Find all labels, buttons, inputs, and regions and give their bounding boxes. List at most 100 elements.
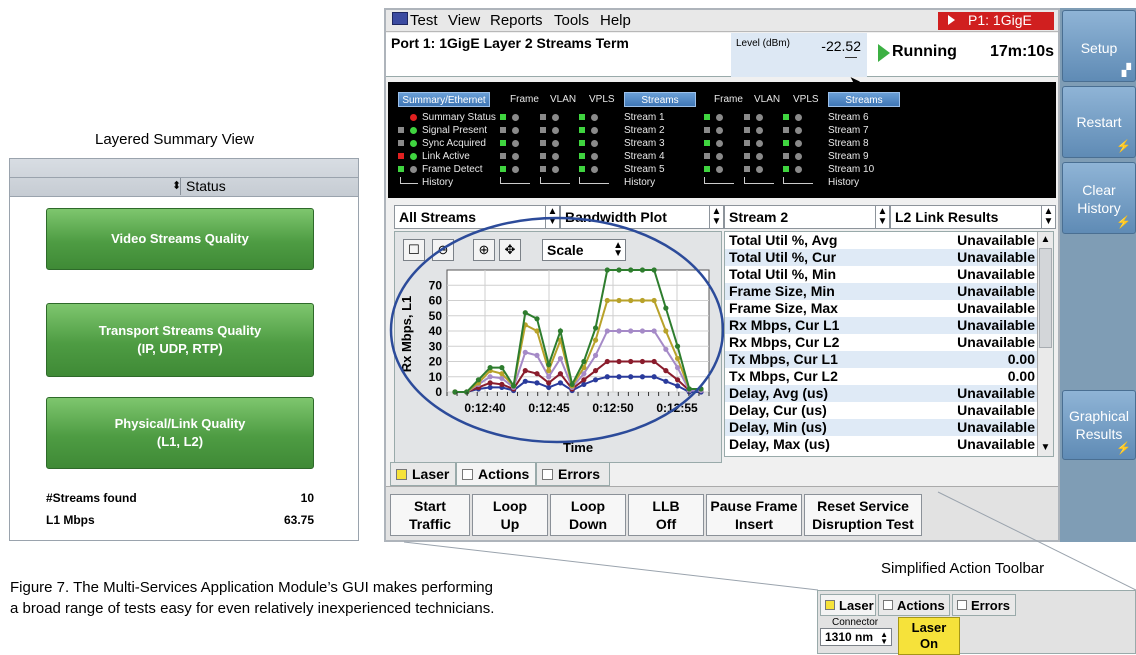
streams-button-1[interactable]: Streams — [624, 92, 696, 107]
status-column-label: Status — [186, 178, 226, 194]
stream-led — [756, 127, 763, 134]
select-value: Bandwidth Plot — [565, 209, 667, 225]
data-point — [534, 316, 540, 322]
tab-errors[interactable]: Errors — [536, 462, 610, 486]
port-indicator-label: P1: 1GigE — [968, 12, 1032, 28]
softkey-label: Clear — [1082, 182, 1116, 198]
video-streams-quality-button[interactable]: Video Streams Quality — [46, 208, 314, 270]
history-led — [783, 127, 789, 133]
loop-down-button[interactable]: Loop Down — [550, 494, 626, 536]
test-application-window: Test View Reports Tools Help P1: 1GigE P… — [384, 8, 1060, 542]
stat-value: 63.75 — [283, 513, 314, 527]
result-name: Rx Mbps, Cur L2 — [729, 334, 840, 350]
history-led — [783, 114, 789, 120]
results-scrollbar[interactable]: ▲ ▼ — [1037, 232, 1053, 456]
start-traffic-button[interactable]: Start Traffic — [390, 494, 470, 536]
scale-select[interactable]: Scale ▲ ▼ — [542, 239, 626, 261]
link-active-label: Link Active — [422, 151, 470, 162]
x-tick-label: 0:12:45 — [528, 401, 570, 415]
menu-view[interactable]: View — [448, 12, 480, 29]
stream-led — [591, 166, 598, 173]
data-point — [639, 328, 646, 334]
menu-help[interactable]: Help — [600, 12, 631, 29]
mini-tab-errors[interactable]: Errors — [952, 594, 1016, 616]
tab-label: Actions — [478, 466, 530, 482]
data-point — [487, 384, 493, 391]
stream-filter-select[interactable]: All Streams ▲ ▼ — [394, 205, 560, 229]
reset-service-disruption-test-button[interactable]: Reset Service Disruption Test — [804, 494, 922, 536]
mini-tab-laser[interactable]: Laser — [820, 594, 876, 616]
test-menu-icon — [392, 12, 408, 25]
result-value: Unavailable — [957, 385, 1035, 401]
zoom-in-icon[interactable]: ⊕ — [473, 239, 495, 261]
results-row: Total Util %, Min Unavailable — [725, 266, 1039, 283]
data-point — [546, 361, 552, 368]
action-label: Loop — [492, 498, 528, 514]
clear-history-softkey[interactable]: Clear History ⚡ — [1062, 162, 1136, 234]
actions-icon — [883, 600, 893, 610]
laser-icon — [825, 600, 835, 610]
menu-test[interactable]: Test — [410, 12, 438, 29]
data-point — [663, 305, 669, 311]
setup-softkey[interactable]: Setup ▞ — [1062, 10, 1136, 82]
scroll-down-icon[interactable]: ▼ — [1039, 441, 1052, 455]
menu-reports[interactable]: Reports — [490, 12, 543, 29]
connector-select[interactable]: 1310 nm ▲ ▼ — [820, 628, 892, 646]
action-sublabel: Traffic — [408, 516, 451, 532]
mini-tab-actions[interactable]: Actions — [878, 594, 950, 616]
scroll-thumb[interactable] — [1039, 248, 1052, 348]
button-sublabel: (IP, UDP, RTP) — [137, 341, 223, 356]
data-point — [487, 374, 493, 380]
stream-led — [591, 140, 598, 147]
data-point — [487, 380, 493, 386]
port-indicator[interactable]: P1: 1GigE — [938, 12, 1054, 30]
stream-select[interactable]: Stream 2 ▲ ▼ — [724, 205, 890, 229]
transport-streams-quality-button[interactable]: Transport Streams Quality (IP, UDP, RTP) — [46, 303, 314, 377]
restart-softkey[interactable]: Restart ⚡ — [1062, 86, 1136, 158]
streams-button-2[interactable]: Streams — [828, 92, 900, 107]
select-arrow-icon: ▲ ▼ — [1041, 206, 1055, 228]
result-value: Unavailable — [957, 436, 1035, 452]
select-arrow-icon: ▲ ▼ — [880, 630, 888, 646]
data-point — [546, 368, 552, 374]
scroll-up-icon[interactable]: ▲ — [1039, 233, 1052, 247]
result-name: Delay, Min (us) — [729, 419, 827, 435]
view-select[interactable]: Bandwidth Plot ▲ ▼ — [560, 205, 724, 229]
physical-link-quality-button[interactable]: Physical/Link Quality (L1, L2) — [46, 397, 314, 469]
history-led — [704, 166, 710, 172]
pan-icon[interactable]: ✥ — [499, 239, 521, 261]
history-led — [783, 153, 789, 159]
result-value: 0.00 — [1007, 368, 1035, 384]
pause-frame-insert-button[interactable]: Pause Frame Insert — [706, 494, 802, 536]
result-value: Unavailable — [957, 334, 1035, 350]
summary-ethernet-button[interactable]: Summary/Ethernet — [398, 92, 490, 107]
tab-laser[interactable]: Laser — [390, 462, 456, 486]
data-point — [616, 297, 622, 304]
action-sublabel: Off — [655, 516, 677, 532]
data-point — [639, 358, 646, 365]
history-led — [398, 140, 404, 146]
streams-found-row: #Streams found 10 — [46, 491, 314, 505]
laser-on-button[interactable]: Laser On — [898, 617, 960, 655]
select-value: L2 Link Results — [895, 209, 999, 225]
action-label: Start — [414, 498, 446, 514]
softkey-label: Restart — [1076, 114, 1122, 130]
data-point — [499, 365, 505, 371]
results-select[interactable]: L2 Link Results ▲ ▼ — [890, 205, 1056, 229]
loop-up-button[interactable]: Loop Up — [472, 494, 548, 536]
history-led — [704, 153, 710, 159]
llb-off-button[interactable]: LLB Off — [628, 494, 704, 536]
status-column-header[interactable]: ⬍ Status — [162, 177, 358, 196]
data-point — [522, 310, 528, 316]
history-led — [704, 140, 710, 146]
graphical-results-softkey[interactable]: Graphical Results ⚡ — [1062, 390, 1136, 460]
fullscreen-icon[interactable]: ☐ — [403, 239, 425, 261]
x-tick-label: 0:12:50 — [592, 401, 634, 415]
data-point — [557, 380, 564, 386]
tab-actions[interactable]: Actions — [456, 462, 536, 486]
action-label: Reset Service — [817, 498, 909, 514]
zoom-out-icon[interactable]: ⊖ — [432, 239, 454, 261]
menu-tools[interactable]: Tools — [554, 12, 589, 29]
history-label: History — [828, 177, 860, 188]
stream-led — [512, 114, 519, 121]
